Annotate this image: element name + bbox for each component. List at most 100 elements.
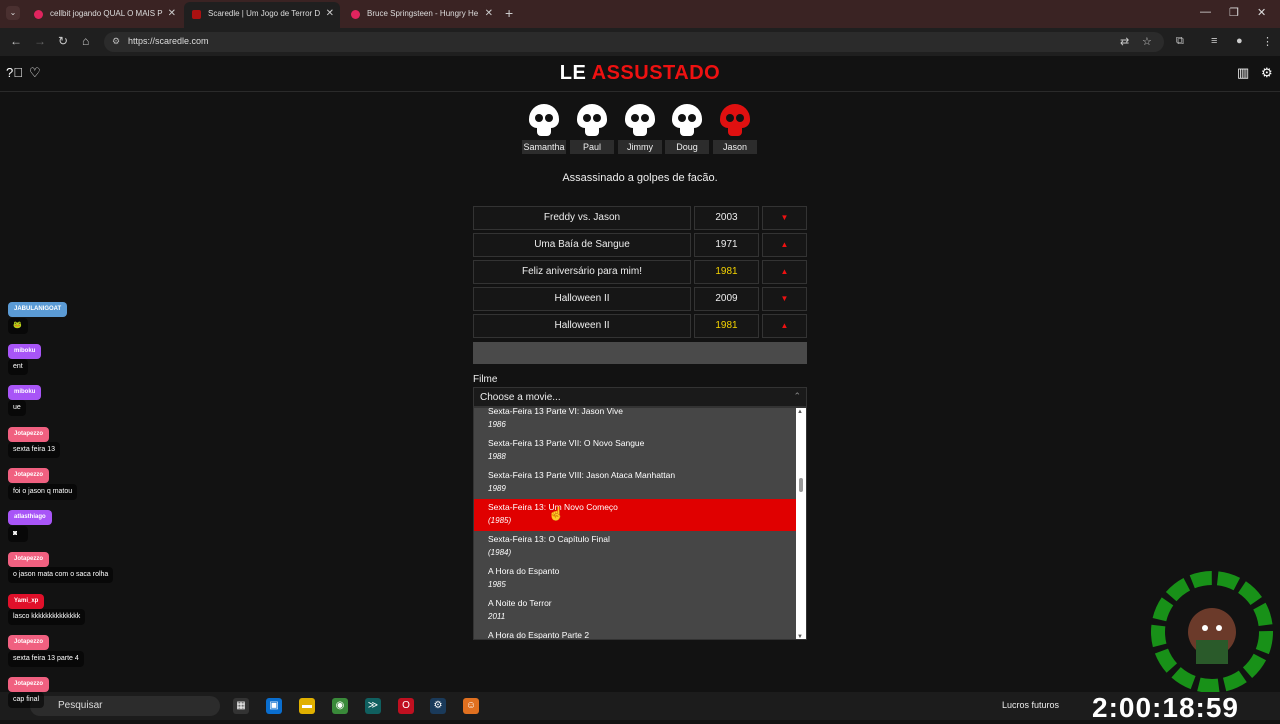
store-icon[interactable]: ▣ xyxy=(266,698,282,714)
chat-username: Yami_xp xyxy=(8,594,45,609)
chat-username: Jotapezzo xyxy=(8,427,50,442)
option-title[interactable]: A Noite do Terror xyxy=(488,598,796,608)
movie-options-list[interactable]: Sexta-Feira 13 Parte VI: Jason Vive 1986… xyxy=(473,407,807,640)
guess-row: Freddy vs. Jason 2003 ▼ xyxy=(473,206,807,230)
close-tab-icon[interactable]: ✕ xyxy=(326,2,334,26)
back-icon[interactable]: ← xyxy=(10,34,22,48)
movie-option[interactable]: A Hora do Espanto Parte 2 xyxy=(474,627,796,639)
steam-icon[interactable]: ⚙ xyxy=(430,698,446,714)
movie-option[interactable]: A Noite do Terror 2011 xyxy=(474,595,796,627)
task-view-icon[interactable]: ▦ xyxy=(233,698,249,714)
browser-tab-2[interactable]: Scaredle | Um Jogo de Terror D ✕ xyxy=(184,2,340,28)
arrow-up-icon: ▲ xyxy=(762,260,807,284)
skull-icon xyxy=(672,104,702,136)
translate-icon[interactable]: ⇄ xyxy=(1120,35,1129,48)
option-year[interactable]: (1984) xyxy=(488,548,796,557)
browser-tab-3[interactable]: Bruce Springsteen - Hungry He ✕ xyxy=(343,3,499,25)
extensions-icon[interactable]: ⧉ xyxy=(1176,35,1184,48)
site-info-icon[interactable]: ⚙ xyxy=(112,36,120,47)
guess-title: Freddy vs. Jason xyxy=(473,206,691,230)
option-year[interactable]: 2011 xyxy=(488,612,796,621)
option-title[interactable]: Sexta-Feira 13: O Capítulo Final xyxy=(488,534,796,544)
chrome-icon[interactable]: ◉ xyxy=(332,698,348,714)
bookmark-star-icon[interactable]: ☆ xyxy=(1142,35,1152,48)
movie-option-highlighted[interactable]: Sexta-Feira 13: Um Novo Começo (1985) xyxy=(474,499,796,531)
chat-message: ue xyxy=(8,400,26,416)
skull-icon xyxy=(625,104,655,136)
option-title[interactable]: Sexta-Feira 13 Parte VI: Jason Vive xyxy=(488,408,796,416)
chat-message: ent xyxy=(8,359,28,375)
option-year[interactable]: 1989 xyxy=(488,484,796,493)
scrollbar-thumb[interactable] xyxy=(799,478,803,492)
movie-option[interactable]: Sexta-Feira 13: O Capítulo Final (1984) xyxy=(474,531,796,563)
option-title[interactable]: A Hora do Espanto Parte 2 xyxy=(488,630,796,639)
movie-select-placeholder[interactable]: Choose a movie... xyxy=(480,392,561,403)
home-icon[interactable]: ⌂ xyxy=(82,34,89,48)
tab-title: Scaredle | Um Jogo de Terror D xyxy=(208,9,321,18)
skull-icon xyxy=(577,104,607,136)
movie-option[interactable]: Sexta-Feira 13 Parte VI: Jason Vive 1986 xyxy=(474,408,796,435)
chat-username: atlasthiago xyxy=(8,510,52,525)
chat-username: miboku xyxy=(8,344,42,359)
scroll-down-icon[interactable]: ▼ xyxy=(797,634,803,639)
guess-row: Uma Baía de Sangue 1971 ▲ xyxy=(473,233,807,257)
option-title[interactable]: Sexta-Feira 13: Um Novo Começo xyxy=(488,502,796,512)
options-scrollbar[interactable]: ▲ ▼ xyxy=(796,408,806,639)
movie-select[interactable]: Choose a movie... ⌃ xyxy=(473,387,807,407)
option-title[interactable]: Sexta-Feira 13 Parte VII: O Novo Sangue xyxy=(488,438,796,448)
minimize-icon[interactable]: — xyxy=(1200,6,1211,18)
guess-year: 1981 xyxy=(694,260,759,284)
close-tab-icon[interactable]: ✕ xyxy=(168,3,176,25)
scroll-up-icon[interactable]: ▲ xyxy=(797,409,803,415)
option-year[interactable]: 1986 xyxy=(488,420,796,429)
option-title[interactable]: Sexta-Feira 13 Parte VIII: Jason Ataca M… xyxy=(488,470,796,480)
discord-icon[interactable]: ☺ xyxy=(463,698,479,714)
logo-word-1: LE xyxy=(559,62,587,84)
media-icon[interactable]: ≡ xyxy=(1211,35,1217,47)
chat-emote-icon: ◙ xyxy=(8,526,28,542)
guess-list: Freddy vs. Jason 2003 ▼ Uma Baía de Sang… xyxy=(473,206,807,341)
chat-message: sexta feira 13 xyxy=(8,442,61,458)
option-year[interactable]: 1985 xyxy=(488,580,796,589)
address-bar[interactable]: ⚙ https://scaredle.com ⇄ ☆ xyxy=(104,32,1164,52)
suspect-samantha: Samantha xyxy=(522,104,566,154)
suspect-name: Samantha xyxy=(522,140,566,154)
profile-avatar-icon[interactable]: ● xyxy=(1236,35,1243,47)
option-title[interactable]: A Hora do Espanto xyxy=(488,566,796,576)
option-year[interactable]: (1985) xyxy=(488,516,796,525)
forward-icon[interactable]: → xyxy=(34,34,46,48)
restore-icon[interactable]: ❐ xyxy=(1229,6,1239,19)
arrow-up-icon: ▲ xyxy=(762,233,807,257)
menu-kebab-icon[interactable]: ⋮ xyxy=(1262,35,1273,48)
close-window-icon[interactable]: ✕ xyxy=(1257,6,1266,19)
empty-guess-slot xyxy=(473,342,807,364)
file-explorer-icon[interactable]: ▬ xyxy=(299,698,315,714)
movie-option[interactable]: Sexta-Feira 13 Parte VIII: Jason Ataca M… xyxy=(474,467,796,499)
chat-username: JABULANIGOAT xyxy=(8,302,68,317)
chat-message: foi o jason q matou xyxy=(8,484,78,500)
guess-title: Halloween II xyxy=(473,287,691,311)
option-year[interactable]: 1988 xyxy=(488,452,796,461)
guess-title: Feliz aniversário para mim! xyxy=(473,260,691,284)
movie-option[interactable]: A Hora do Espanto 1985 xyxy=(474,563,796,595)
logo-word-2: ASSUSTADO xyxy=(591,62,721,84)
tab-search-button[interactable]: ⌄ xyxy=(6,6,20,20)
suspect-paul: Paul xyxy=(570,104,614,154)
app-icon[interactable]: ≫ xyxy=(365,698,381,714)
stats-icon[interactable]: ▥ xyxy=(1237,65,1249,81)
movie-option[interactable]: Sexta-Feira 13 Parte VII: O Novo Sangue … xyxy=(474,435,796,467)
reload-icon[interactable]: ↻ xyxy=(58,34,68,48)
arrow-up-icon: ▲ xyxy=(762,314,807,338)
chevron-up-icon[interactable]: ⌃ xyxy=(793,391,801,402)
taskbar-search[interactable]: Pesquisar xyxy=(30,696,220,716)
movie-field-label: Filme xyxy=(473,374,498,385)
settings-gear-icon[interactable]: ⚙ xyxy=(1261,65,1273,81)
close-tab-icon[interactable]: ✕ xyxy=(485,3,493,25)
new-tab-icon[interactable]: + xyxy=(505,5,513,21)
url-text[interactable]: https://scaredle.com xyxy=(128,36,209,46)
search-label[interactable]: Pesquisar xyxy=(58,700,102,711)
opera-icon[interactable]: O xyxy=(398,698,414,714)
browser-tab-1[interactable]: cellbit jogando QUAL O MAIS P ✕ xyxy=(26,3,182,25)
news-widget[interactable]: Lucros futuros xyxy=(1002,700,1059,710)
suspect-name: Jason xyxy=(713,140,757,154)
